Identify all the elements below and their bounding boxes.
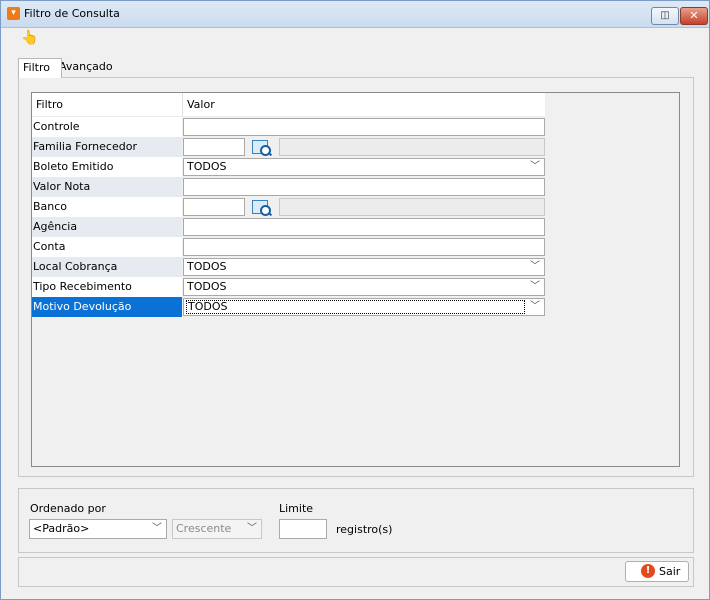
- row-label: Valor Nota: [32, 177, 182, 197]
- direction-value: Crescente: [176, 522, 232, 535]
- tab-filtro[interactable]: Filtro: [18, 58, 62, 78]
- close-button[interactable]: ✕: [680, 7, 708, 25]
- chevron-down-icon: ﹀: [530, 161, 540, 172]
- table-row[interactable]: Agência: [32, 217, 545, 237]
- table-row[interactable]: Conta: [32, 237, 545, 257]
- table-row[interactable]: Motivo Devolução TODOS ﹀: [32, 297, 545, 317]
- value-input[interactable]: [183, 118, 545, 136]
- ordenado-por-value: <Padrão>: [33, 522, 90, 535]
- grid-header: Filtro Valor: [32, 93, 545, 117]
- chevron-down-icon: ﹀: [530, 301, 540, 312]
- value-select[interactable]: TODOS ﹀: [183, 258, 545, 276]
- table-row[interactable]: Boleto Emitido TODOS ﹀: [32, 157, 545, 177]
- row-label: Tipo Recebimento Fornecedor: [32, 277, 182, 313]
- lookup-code-input[interactable]: [183, 198, 245, 216]
- table-row[interactable]: Local Cobrança TODOS ﹀: [32, 257, 545, 277]
- select-value: TODOS: [186, 300, 525, 314]
- chevron-down-icon: ﹀: [530, 261, 540, 272]
- registros-label: registro(s): [336, 523, 393, 536]
- button-bar: [18, 557, 694, 587]
- row-label: Local Cobrança: [32, 257, 182, 277]
- column-header-filtro: Filtro: [36, 98, 63, 111]
- select-value: TODOS: [187, 280, 227, 293]
- table-row[interactable]: Tipo Recebimento Fornecedor TODOS ﹀: [32, 277, 545, 313]
- table-row[interactable]: Banco: [32, 197, 545, 217]
- value-select[interactable]: TODOS ﹀: [183, 298, 545, 316]
- select-value: TODOS: [187, 260, 227, 273]
- value-input[interactable]: [183, 178, 545, 196]
- row-label: Boleto Emitido: [32, 157, 182, 177]
- app-icon[interactable]: ▾: [7, 7, 20, 20]
- value-input[interactable]: [183, 238, 545, 256]
- direction-select[interactable]: Crescente ﹀: [172, 519, 262, 539]
- window-title: Filtro de Consulta: [24, 7, 120, 20]
- lookup-description-field: [279, 138, 545, 156]
- restore-icon: ◫: [660, 10, 670, 21]
- search-icon-handle: [267, 151, 273, 157]
- table-row[interactable]: Valor Nota: [32, 177, 545, 197]
- chevron-down-icon: ﹀: [152, 523, 162, 534]
- row-label: Familia Fornecedor: [32, 137, 182, 157]
- row-label: Controle: [32, 117, 182, 137]
- search-lookup-button[interactable]: [250, 197, 273, 217]
- limite-label: Limite: [279, 502, 314, 515]
- close-icon: ✕: [689, 9, 699, 22]
- select-value: TODOS: [187, 160, 227, 173]
- title-bar[interactable]: ▾ Filtro de Consulta ◫ ✕: [1, 1, 709, 28]
- row-label: Motivo Devolução: [32, 297, 182, 317]
- ordenado-por-label: Ordenado por: [30, 502, 106, 515]
- row-label: Banco: [32, 197, 182, 217]
- tab-avancado[interactable]: Avançado: [55, 58, 117, 77]
- ordenado-por-select[interactable]: <Padrão> ﹀: [29, 519, 167, 539]
- chevron-down-icon: ﹀: [530, 281, 540, 292]
- limite-input[interactable]: [279, 519, 327, 539]
- row-label: Agência: [32, 217, 182, 237]
- sair-button[interactable]: ! Sair: [625, 561, 689, 582]
- search-lookup-button[interactable]: [250, 137, 273, 157]
- sair-label: Sair: [659, 565, 681, 578]
- search-icon-handle: [267, 211, 273, 217]
- value-select[interactable]: TODOS ﹀: [183, 278, 545, 296]
- column-separator: [182, 93, 183, 116]
- row-label: Conta: [32, 237, 182, 257]
- value-input[interactable]: [183, 218, 545, 236]
- chevron-down-icon: ﹀: [247, 523, 257, 534]
- stop-icon: !: [641, 564, 655, 578]
- restore-button[interactable]: ◫: [651, 7, 679, 25]
- table-row[interactable]: Familia Fornecedor: [32, 137, 545, 157]
- table-row[interactable]: Controle: [32, 117, 545, 137]
- column-header-valor: Valor: [187, 98, 215, 111]
- hand-pointer-icon[interactable]: 👆: [21, 30, 38, 46]
- lookup-description-field: [279, 198, 545, 216]
- lookup-code-input[interactable]: [183, 138, 245, 156]
- value-select[interactable]: TODOS ﹀: [183, 158, 545, 176]
